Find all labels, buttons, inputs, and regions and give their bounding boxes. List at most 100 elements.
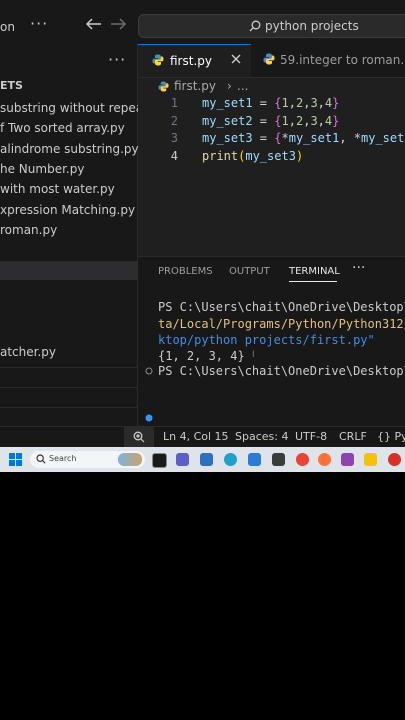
- section-divider: [0, 407, 137, 408]
- zoom-button[interactable]: [124, 427, 154, 448]
- tab-output[interactable]: OUTPUT: [229, 266, 270, 277]
- file-item[interactable]: with most water.py: [0, 182, 115, 196]
- taskbar-search[interactable]: Search: [30, 451, 145, 468]
- code-editor[interactable]: 1 2 3 4 my_set1 = {1,2,3,4} my_set2 = {1…: [138, 96, 405, 186]
- ellipsis-icon[interactable]: ···: [30, 14, 48, 33]
- editor-area: first.py 59.integer to roman.py first.py…: [138, 44, 405, 256]
- code-token: 3: [310, 96, 318, 110]
- search-highlight-icon: [118, 453, 142, 466]
- language-mode[interactable]: {} Py: [377, 430, 405, 443]
- tab-label: first.py: [170, 54, 212, 68]
- breadcrumb-rest[interactable]: ...: [237, 79, 248, 93]
- line-number: 2: [170, 114, 178, 128]
- tab-problems[interactable]: PROBLEMS: [158, 266, 213, 277]
- edge-icon[interactable]: [224, 453, 237, 466]
- app-icon[interactable]: [272, 453, 285, 466]
- code-token: ,: [339, 131, 354, 145]
- mail-icon[interactable]: [248, 453, 261, 466]
- explorer-section-label: ETS: [0, 79, 23, 92]
- status-bar: Ln 4, Col 15 Spaces: 4 UTF-8 CRLF {} Py: [0, 426, 405, 448]
- code-token: =: [252, 114, 275, 128]
- file-item[interactable]: atcher.py: [0, 345, 56, 359]
- ellipsis-icon[interactable]: ···: [108, 50, 126, 69]
- python-file-icon: [263, 53, 275, 65]
- code-token: ,: [317, 96, 325, 110]
- code-token: my_set3: [245, 149, 296, 163]
- task-view-icon[interactable]: [152, 453, 167, 468]
- code-token: *: [281, 131, 289, 145]
- terminal-output: {1, 2, 3, 4}: [158, 349, 245, 363]
- code-token: my_set1: [288, 131, 340, 145]
- command-decoration-icon: [145, 367, 153, 375]
- line-ending[interactable]: CRLF: [339, 430, 367, 443]
- search-icon: [36, 454, 46, 464]
- arrow-right-icon[interactable]: [110, 18, 126, 30]
- teams-icon[interactable]: [176, 453, 189, 466]
- tab-terminal[interactable]: TERMINAL: [289, 266, 340, 277]
- code-token: print: [202, 149, 239, 163]
- taskbar: Search: [0, 447, 405, 472]
- title-bar: on ··· python projects: [0, 0, 405, 44]
- encoding[interactable]: UTF-8: [295, 430, 327, 443]
- app-title-fragment: on: [0, 20, 15, 34]
- file-item[interactable]: roman.py: [0, 223, 57, 237]
- active-tab-underline: [289, 281, 337, 282]
- app-icon[interactable]: [388, 453, 401, 466]
- app-icon[interactable]: [341, 453, 354, 466]
- windows-start-icon[interactable]: [9, 453, 22, 466]
- file-item[interactable]: he Number.py: [0, 162, 84, 176]
- tab-label: 59.integer to roman.py: [280, 53, 405, 67]
- code-token: ,: [288, 114, 296, 128]
- store-icon[interactable]: [200, 453, 213, 466]
- chrome-icon[interactable]: [296, 453, 309, 466]
- code-token: {: [274, 96, 282, 110]
- code-token: {: [274, 114, 282, 128]
- code-token: my_set1: [202, 96, 253, 110]
- zoom-in-icon: [133, 431, 145, 443]
- cursor-position[interactable]: Ln 4, Col 15: [163, 430, 229, 443]
- terminal-line: PS C:\Users\chait\OneDrive\Desktop\py: [158, 300, 405, 314]
- tab-integer-to-roman[interactable]: 59.integer to roman.py: [251, 44, 405, 77]
- code-token: ,: [317, 114, 325, 128]
- section-divider: [0, 367, 137, 368]
- tab-bar: first.py 59.integer to roman.py: [138, 44, 405, 78]
- explorer-sidebar: ··· ETS substring without repeati... f T…: [0, 44, 163, 426]
- firefox-icon[interactable]: [318, 453, 331, 466]
- code-token: 1: [281, 114, 289, 128]
- code-token: =: [252, 96, 275, 110]
- code-token: *: [353, 131, 361, 145]
- command-decoration-icon: [145, 414, 153, 422]
- code-token: }: [332, 96, 340, 110]
- close-icon[interactable]: [230, 53, 242, 65]
- code-token: 3: [310, 114, 318, 128]
- section-divider: [0, 387, 137, 388]
- folder-icon[interactable]: [364, 453, 377, 466]
- code-line: my_set2 = {1,2,3,4}: [202, 114, 339, 128]
- breadcrumb-file[interactable]: first.py: [174, 79, 216, 93]
- tab-first-py[interactable]: first.py: [138, 44, 251, 77]
- command-center-search[interactable]: python projects: [138, 14, 405, 38]
- arrow-left-icon[interactable]: [86, 18, 102, 30]
- code-token: ): [295, 149, 304, 163]
- code-token: {: [274, 131, 282, 145]
- bottom-panel: PROBLEMS OUTPUT TERMINAL ··· PS C:\Users…: [138, 256, 405, 427]
- file-item[interactable]: xpression Matching.py: [0, 203, 135, 217]
- code-token: ,: [288, 96, 296, 110]
- code-line: my_set3 = {*my_set1, *my_set2: [202, 131, 405, 145]
- file-item[interactable]: alindrome substring.py: [0, 142, 139, 156]
- terminal-line-path: ta/Local/Programs/Python/Python312/py: [158, 317, 405, 331]
- python-file-icon: [152, 54, 164, 66]
- file-item-selected[interactable]: [0, 261, 137, 280]
- line-number: 3: [170, 131, 178, 145]
- code-token: my_set3: [202, 131, 253, 145]
- breadcrumb-separator: ›: [227, 79, 232, 93]
- search-text: python projects: [265, 19, 359, 33]
- file-item[interactable]: f Two sorted array.py: [0, 121, 125, 135]
- code-line: my_set1 = {1,2,3,4}: [202, 96, 339, 110]
- code-token: my_set2: [202, 114, 253, 128]
- vscode-window: on ··· python projects ··· ETS substring…: [0, 0, 405, 470]
- line-number: 4: [170, 149, 178, 163]
- search-icon: [249, 20, 261, 32]
- ellipsis-icon[interactable]: ···: [352, 260, 365, 276]
- indentation[interactable]: Spaces: 4: [235, 430, 288, 443]
